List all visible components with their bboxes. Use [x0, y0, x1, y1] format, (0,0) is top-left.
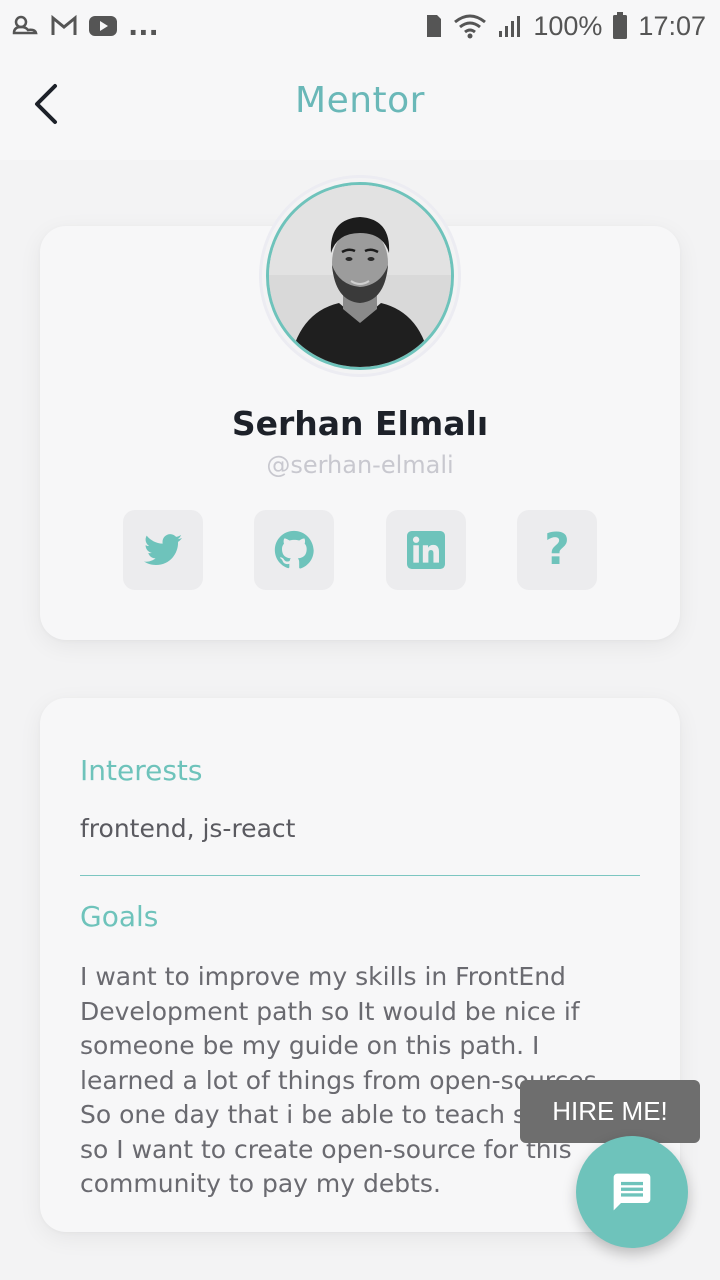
- interests-heading: Interests: [80, 754, 203, 787]
- signal-icon: [497, 13, 523, 39]
- youtube-icon: [88, 14, 118, 38]
- interests-value: frontend, js-react: [80, 814, 296, 843]
- status-time: 17:07: [638, 10, 706, 41]
- wifi-icon: [453, 13, 487, 39]
- gmail-icon: [50, 14, 78, 38]
- twitter-button[interactable]: [123, 510, 203, 590]
- status-left: ...: [10, 11, 159, 42]
- avatar: [266, 182, 454, 370]
- help-button[interactable]: ?: [516, 510, 597, 590]
- chat-button[interactable]: [576, 1136, 688, 1248]
- weather-icon: [10, 13, 40, 39]
- status-right: 100% 17:07: [425, 11, 706, 42]
- chat-icon: [613, 1173, 651, 1211]
- twitter-icon: [144, 534, 182, 566]
- status-bar: ... 100% 17:07: [0, 0, 720, 52]
- github-icon: [275, 530, 314, 569]
- battery-percent: 100%: [533, 10, 603, 41]
- avatar-photo: [269, 185, 451, 367]
- hire-me-label[interactable]: HIRE ME!: [520, 1080, 700, 1143]
- section-divider: [80, 875, 640, 876]
- status-overflow: ...: [128, 10, 159, 42]
- linkedin-button[interactable]: [385, 510, 466, 590]
- battery-icon: [612, 12, 628, 40]
- avatar-ring: [262, 178, 458, 374]
- social-links: ?: [123, 510, 597, 590]
- mentor-handle: @serhan-elmali: [266, 451, 454, 479]
- question-icon: ?: [544, 524, 570, 575]
- goals-heading: Goals: [80, 900, 159, 933]
- linkedin-icon: [406, 531, 445, 569]
- mentor-name: Serhan Elmalı: [231, 404, 489, 443]
- sim-icon: [425, 13, 443, 39]
- page-title: Mentor: [295, 80, 425, 121]
- github-button[interactable]: [254, 510, 335, 590]
- app-header: Mentor: [0, 52, 720, 160]
